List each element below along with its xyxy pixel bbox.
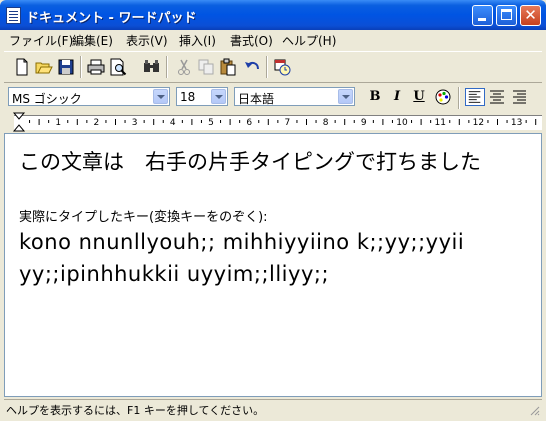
document-area[interactable]: この文章は 右手の片手タイピングで打ちました 実際にタイプしたキー(変換キーをの… xyxy=(4,133,542,397)
maximize-button[interactable] xyxy=(496,5,517,26)
minimize-icon xyxy=(478,18,486,21)
italic-button[interactable]: I xyxy=(387,88,407,106)
resize-grip-icon[interactable] xyxy=(528,404,540,416)
script-value: 日本語 xyxy=(238,92,275,106)
save-icon[interactable] xyxy=(56,57,76,77)
ruler-number: 3 xyxy=(132,118,138,128)
find-icon[interactable] xyxy=(142,57,162,77)
document-line[interactable]: kono nnunllyouh;; mihhiyyiino k;;yy;;yyi… xyxy=(19,230,464,254)
close-icon: ✕ xyxy=(524,6,537,24)
toolbar-separator xyxy=(266,56,268,78)
ruler-number: 9 xyxy=(361,118,367,128)
ruler[interactable]: 1 2 3 4 5 6 7 8 9 10 11 12 13 xyxy=(4,111,542,133)
hanging-indent-marker[interactable] xyxy=(12,124,26,132)
standard-toolbar xyxy=(4,51,542,83)
font-name-select[interactable]: MS ゴシック xyxy=(8,87,170,106)
ruler-number: 7 xyxy=(285,118,291,128)
color-palette-icon[interactable] xyxy=(433,88,453,106)
menu-bar: ファイル(F) 編集(E) 表示(V) 挿入(I) 書式(O) ヘルプ(H) xyxy=(4,30,542,49)
first-indent-marker[interactable] xyxy=(12,112,26,120)
menu-format[interactable]: 書式(O) xyxy=(230,32,273,49)
open-icon[interactable] xyxy=(34,57,54,77)
format-bar: MS ゴシック 18 日本語 B I U xyxy=(4,83,542,109)
chevron-down-icon[interactable] xyxy=(211,89,226,104)
toolbar-separator xyxy=(80,56,82,78)
date-time-icon[interactable] xyxy=(272,57,292,77)
wordpad-window: ドキュメント - ワードパッド ✕ ファイル(F) 編集(E) 表示(V) 挿入… xyxy=(0,0,546,421)
close-button[interactable]: ✕ xyxy=(520,5,541,26)
align-right-icon[interactable] xyxy=(509,88,529,106)
ruler-number: 13 xyxy=(511,118,522,128)
toolbar-separator xyxy=(166,56,168,78)
wordpad-app-icon[interactable] xyxy=(6,7,21,24)
title-bar[interactable]: ドキュメント - ワードパッド ✕ xyxy=(0,0,546,30)
new-icon[interactable] xyxy=(12,57,32,77)
underline-button[interactable]: U xyxy=(409,88,429,106)
chevron-down-icon[interactable] xyxy=(338,89,353,104)
chevron-down-icon[interactable] xyxy=(153,89,168,104)
menu-file[interactable]: ファイル(F) xyxy=(9,32,73,49)
menu-help[interactable]: ヘルプ(H) xyxy=(282,32,336,49)
menu-insert[interactable]: 挿入(I) xyxy=(179,32,216,49)
menu-view[interactable]: 表示(V) xyxy=(126,32,168,49)
ruler-number: 4 xyxy=(170,118,176,128)
ruler-number: 5 xyxy=(208,118,214,128)
font-size-value: 18 xyxy=(180,90,196,104)
minimize-button[interactable] xyxy=(472,5,493,26)
window-title: ドキュメント - ワードパッド xyxy=(26,11,197,26)
ruler-ticks: 1 2 3 4 5 6 7 8 9 10 11 12 13 xyxy=(12,112,537,132)
toolbar-separator xyxy=(458,87,460,109)
document-line[interactable]: この文章は 右手の片手タイピングで打ちました xyxy=(19,146,481,176)
document-line[interactable]: yy;;ipinhhukkii uyyim;;lliyy;; xyxy=(19,262,329,286)
font-name-value: MS ゴシック xyxy=(12,92,82,106)
copy-icon[interactable] xyxy=(196,57,216,77)
ruler-number: 1 xyxy=(55,118,61,128)
document-line[interactable]: 実際にタイプしたキー(変換キーをのぞく): xyxy=(19,206,268,225)
ruler-number: 10 xyxy=(396,118,408,128)
bold-button[interactable]: B xyxy=(365,88,385,106)
align-center-icon[interactable] xyxy=(487,88,507,106)
ruler-number: 6 xyxy=(246,118,252,128)
print-icon[interactable] xyxy=(86,57,106,77)
menu-edit[interactable]: 編集(E) xyxy=(72,32,113,49)
script-select[interactable]: 日本語 xyxy=(234,87,355,106)
cut-icon[interactable] xyxy=(174,57,194,77)
ruler-number: 2 xyxy=(94,118,100,128)
maximize-icon xyxy=(501,9,512,20)
ruler-number: 12 xyxy=(473,118,484,128)
status-text: ヘルプを表示するには、F1 キーを押してください。 xyxy=(6,404,265,417)
status-bar: ヘルプを表示するには、F1 キーを押してください。 xyxy=(4,399,542,418)
undo-icon[interactable] xyxy=(242,57,262,77)
align-left-icon[interactable] xyxy=(465,88,485,106)
font-size-select[interactable]: 18 xyxy=(176,87,228,106)
print-preview-icon[interactable] xyxy=(108,57,128,77)
ruler-number: 11 xyxy=(434,118,445,128)
paste-icon[interactable] xyxy=(218,57,238,77)
ruler-number: 8 xyxy=(323,118,329,128)
